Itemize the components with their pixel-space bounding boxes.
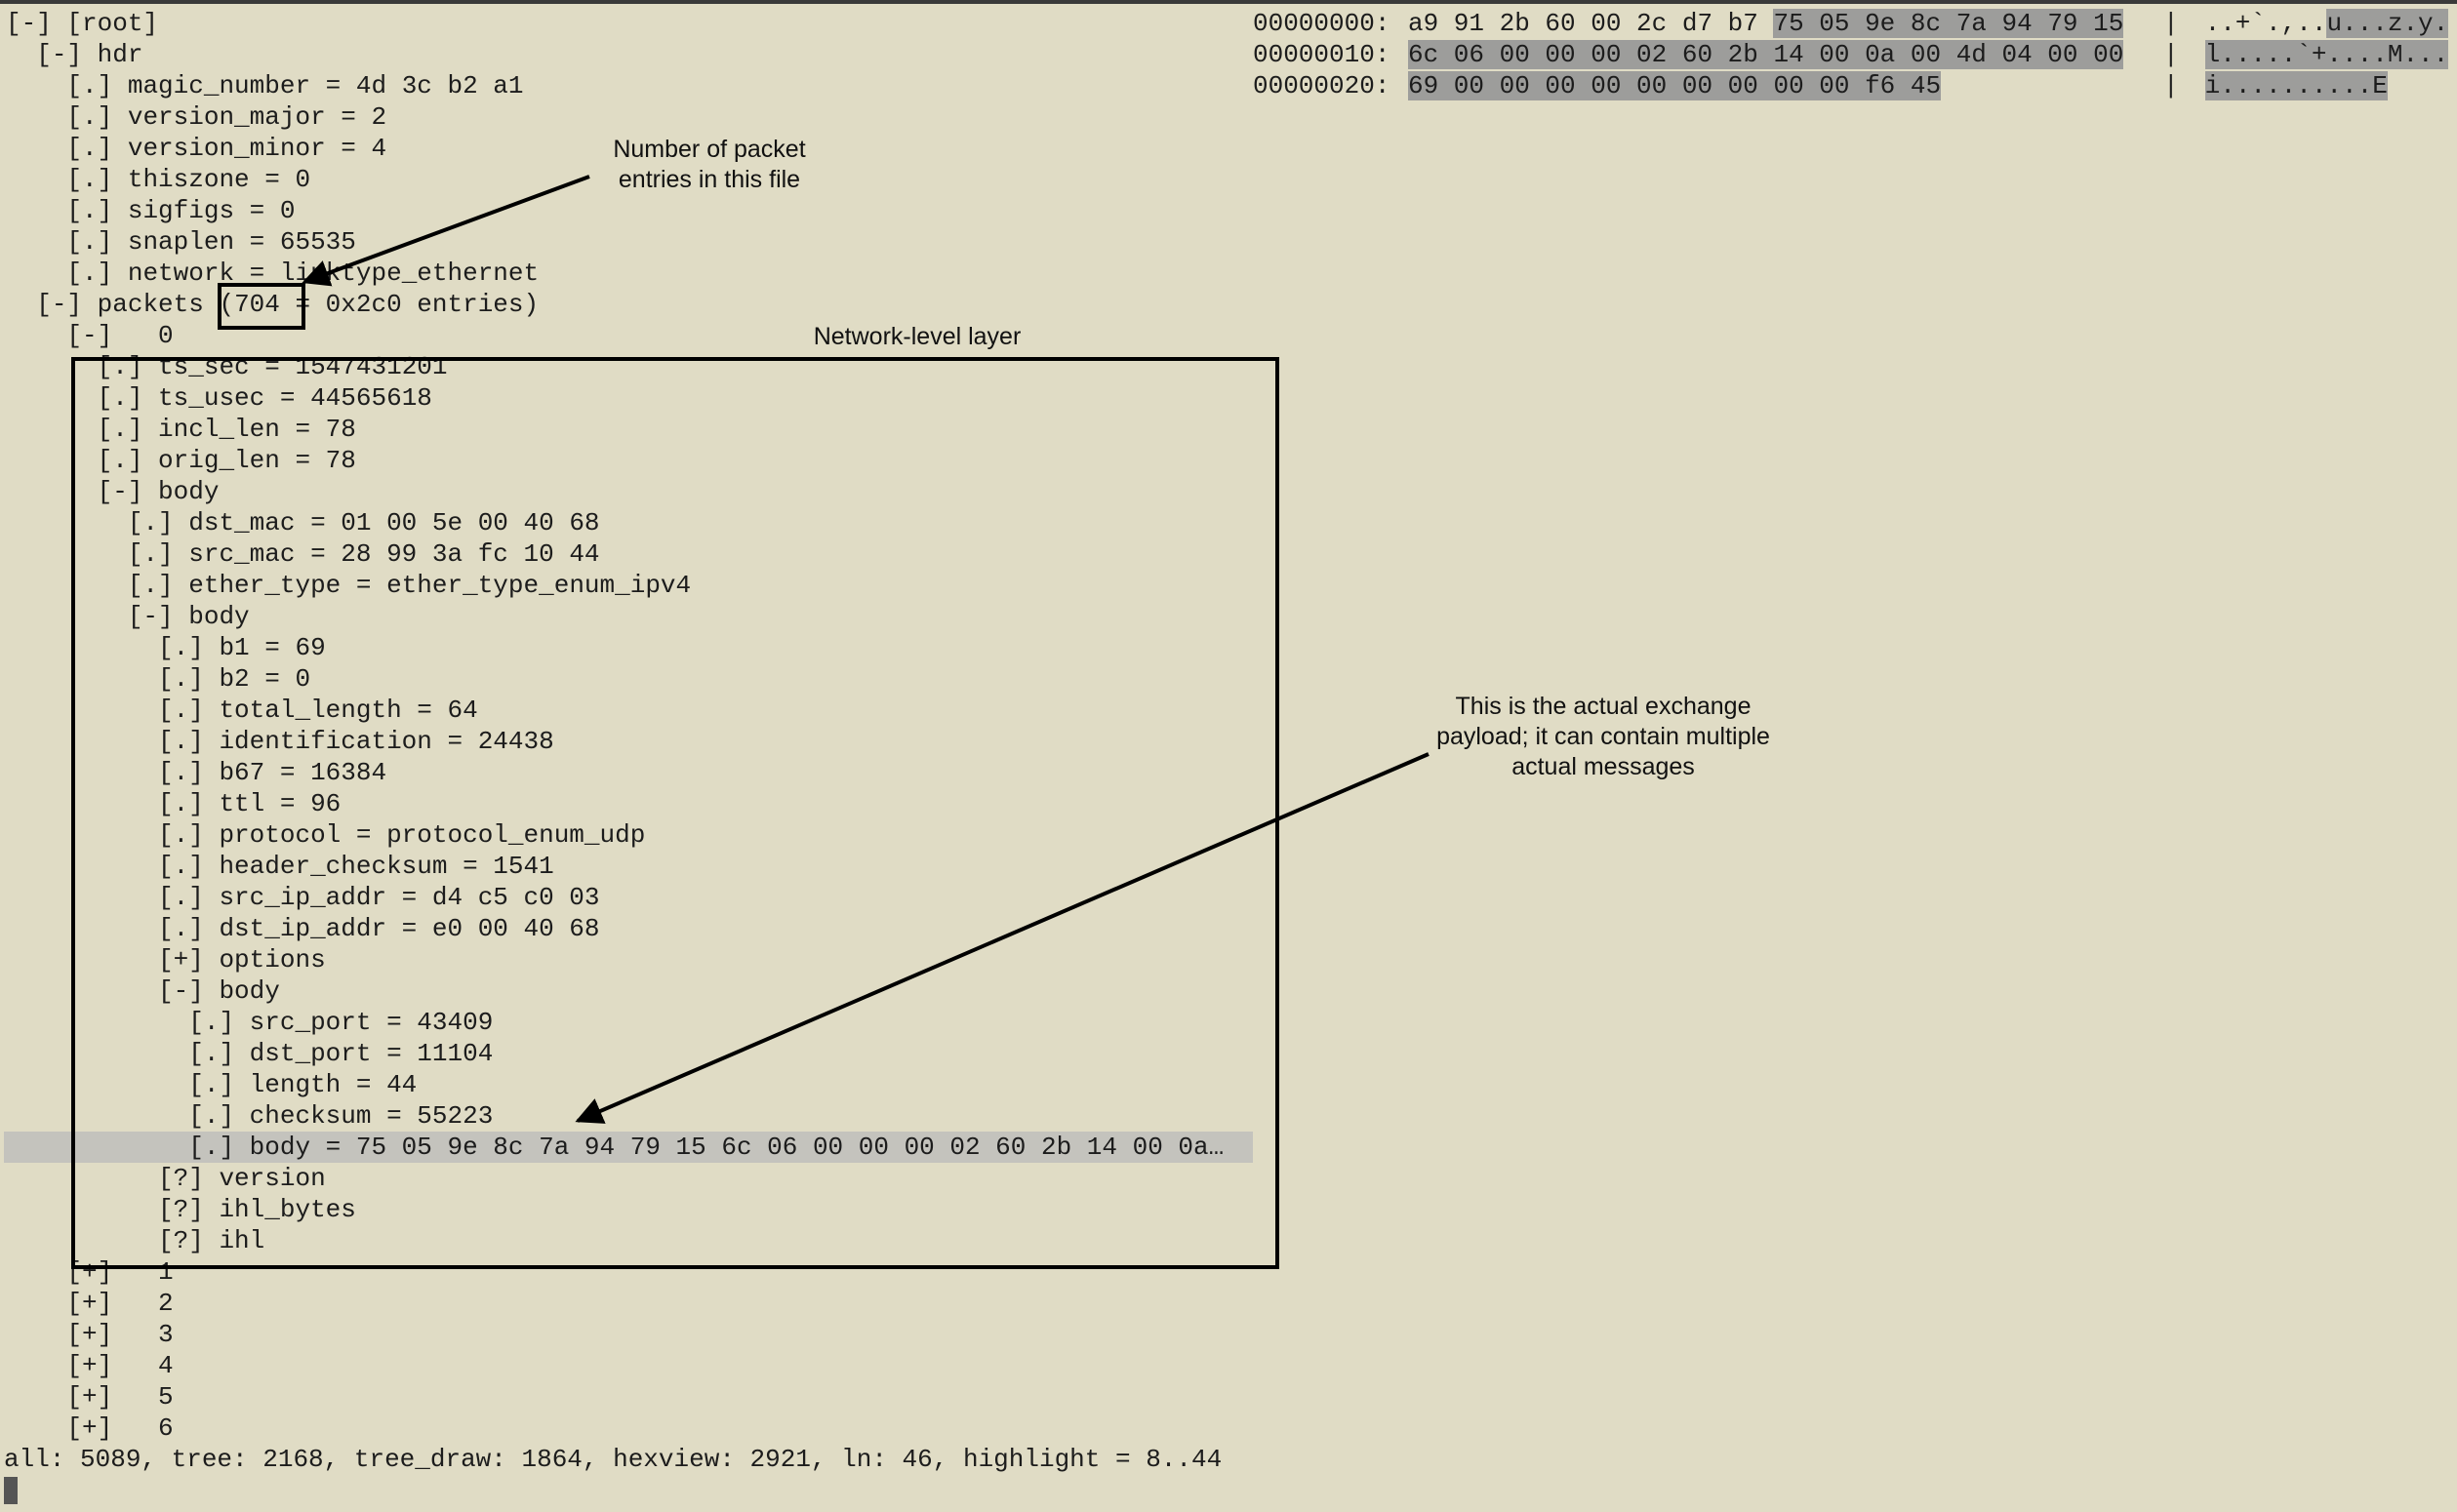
- payload-arrow: [575, 752, 1430, 1124]
- packet-count-arrow: [302, 175, 590, 287]
- annotation-arrows: [302, 175, 1430, 1124]
